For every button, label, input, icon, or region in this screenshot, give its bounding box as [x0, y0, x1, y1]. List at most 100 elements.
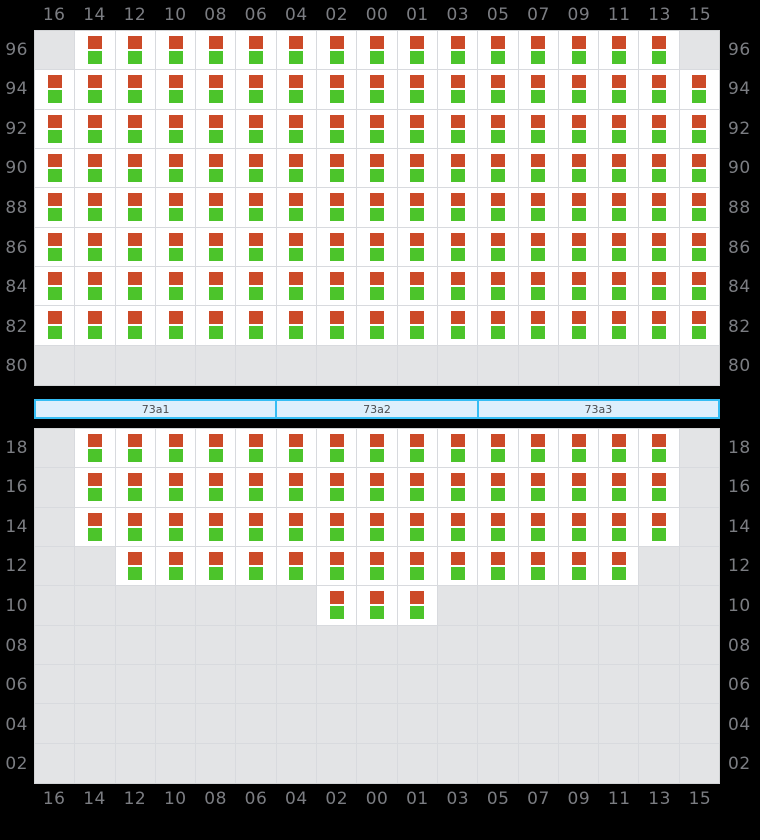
upper-grid[interactable]	[34, 30, 720, 386]
seat-cell[interactable]	[35, 148, 76, 189]
seat-cell[interactable]	[478, 31, 519, 71]
seat-cell[interactable]	[155, 468, 197, 508]
seat-cell[interactable]	[75, 31, 116, 71]
seat-cell[interactable]	[357, 227, 398, 267]
seat-cell[interactable]	[35, 109, 76, 149]
seat-cell[interactable]	[75, 429, 116, 469]
seat-cell[interactable]	[115, 148, 156, 189]
seat-cell[interactable]	[679, 148, 720, 189]
seat-cell[interactable]	[639, 468, 680, 508]
seat-cell[interactable]	[397, 31, 438, 71]
seat-cell[interactable]	[518, 429, 559, 469]
seat-cell[interactable]	[437, 266, 479, 307]
seat-cell[interactable]	[276, 109, 318, 149]
seat-cell[interactable]	[357, 109, 398, 149]
seat-cell[interactable]	[478, 70, 519, 110]
seat-cell[interactable]	[357, 546, 398, 587]
seat-cell[interactable]	[317, 148, 358, 189]
seat-cell[interactable]	[518, 468, 559, 508]
seat-cell[interactable]	[558, 70, 600, 110]
seat-cell[interactable]	[599, 148, 640, 189]
seat-cell[interactable]	[196, 546, 237, 587]
seat-cell[interactable]	[276, 546, 318, 587]
seat-cell[interactable]	[115, 546, 156, 587]
seat-cell[interactable]	[317, 507, 358, 547]
seat-cell[interactable]	[437, 70, 479, 110]
seat-cell[interactable]	[75, 188, 116, 228]
seat-cell[interactable]	[558, 468, 600, 508]
seat-cell[interactable]	[599, 306, 640, 346]
seat-cell[interactable]	[397, 227, 438, 267]
seat-cell[interactable]	[155, 109, 197, 149]
seat-cell[interactable]	[639, 31, 680, 71]
seat-cell[interactable]	[679, 70, 720, 110]
seat-cell[interactable]	[236, 70, 277, 110]
seat-cell[interactable]	[397, 148, 438, 189]
seat-cell[interactable]	[437, 468, 479, 508]
seat-cell[interactable]	[437, 148, 479, 189]
seat-cell[interactable]	[599, 507, 640, 547]
seat-cell[interactable]	[276, 227, 318, 267]
seat-cell[interactable]	[155, 546, 197, 587]
seat-cell[interactable]	[236, 468, 277, 508]
seat-cell[interactable]	[357, 148, 398, 189]
seat-cell[interactable]	[196, 429, 237, 469]
seat-cell[interactable]	[357, 306, 398, 346]
seat-cell[interactable]	[558, 31, 600, 71]
seat-cell[interactable]	[357, 31, 398, 71]
seat-cell[interactable]	[599, 468, 640, 508]
seat-cell[interactable]	[115, 70, 156, 110]
seat-cell[interactable]	[397, 429, 438, 469]
seat-cell[interactable]	[437, 306, 479, 346]
seat-cell[interactable]	[518, 148, 559, 189]
seat-cell[interactable]	[35, 70, 76, 110]
seat-cell[interactable]	[437, 227, 479, 267]
seat-cell[interactable]	[115, 188, 156, 228]
seat-cell[interactable]	[75, 266, 116, 307]
seat-cell[interactable]	[558, 507, 600, 547]
seat-cell[interactable]	[599, 227, 640, 267]
seat-cell[interactable]	[357, 70, 398, 110]
seat-cell[interactable]	[236, 429, 277, 469]
seat-cell[interactable]	[236, 227, 277, 267]
seat-cell[interactable]	[518, 188, 559, 228]
seat-cell[interactable]	[236, 188, 277, 228]
seat-cell[interactable]	[276, 468, 318, 508]
seat-cell[interactable]	[236, 148, 277, 189]
seat-cell[interactable]	[639, 109, 680, 149]
seat-cell[interactable]	[276, 188, 318, 228]
seat-cell[interactable]	[155, 188, 197, 228]
seat-cell[interactable]	[155, 227, 197, 267]
seat-cell[interactable]	[478, 188, 519, 228]
zone-bar[interactable]: 73a1 73a2 73a3	[34, 399, 720, 419]
seat-cell[interactable]	[196, 188, 237, 228]
seat-cell[interactable]	[196, 109, 237, 149]
seat-cell[interactable]	[317, 70, 358, 110]
seat-cell[interactable]	[397, 70, 438, 110]
seat-cell[interactable]	[236, 306, 277, 346]
seat-cell[interactable]	[75, 507, 116, 547]
seat-cell[interactable]	[276, 70, 318, 110]
seat-cell[interactable]	[317, 266, 358, 307]
seat-cell[interactable]	[599, 266, 640, 307]
seat-cell[interactable]	[75, 70, 116, 110]
seat-cell[interactable]	[236, 109, 277, 149]
seat-cell[interactable]	[639, 227, 680, 267]
seat-cell[interactable]	[518, 31, 559, 71]
seat-cell[interactable]	[317, 306, 358, 346]
seat-cell[interactable]	[518, 109, 559, 149]
seat-cell[interactable]	[115, 227, 156, 267]
seat-cell[interactable]	[115, 31, 156, 71]
seat-cell[interactable]	[155, 70, 197, 110]
seat-cell[interactable]	[196, 70, 237, 110]
seat-cell[interactable]	[478, 468, 519, 508]
seat-cell[interactable]	[397, 468, 438, 508]
seat-cell[interactable]	[276, 148, 318, 189]
lower-grid[interactable]	[34, 428, 720, 784]
seat-cell[interactable]	[437, 507, 479, 547]
seat-cell[interactable]	[437, 31, 479, 71]
seat-cell[interactable]	[679, 109, 720, 149]
seat-cell[interactable]	[196, 468, 237, 508]
seat-cell[interactable]	[75, 148, 116, 189]
seat-cell[interactable]	[115, 306, 156, 346]
